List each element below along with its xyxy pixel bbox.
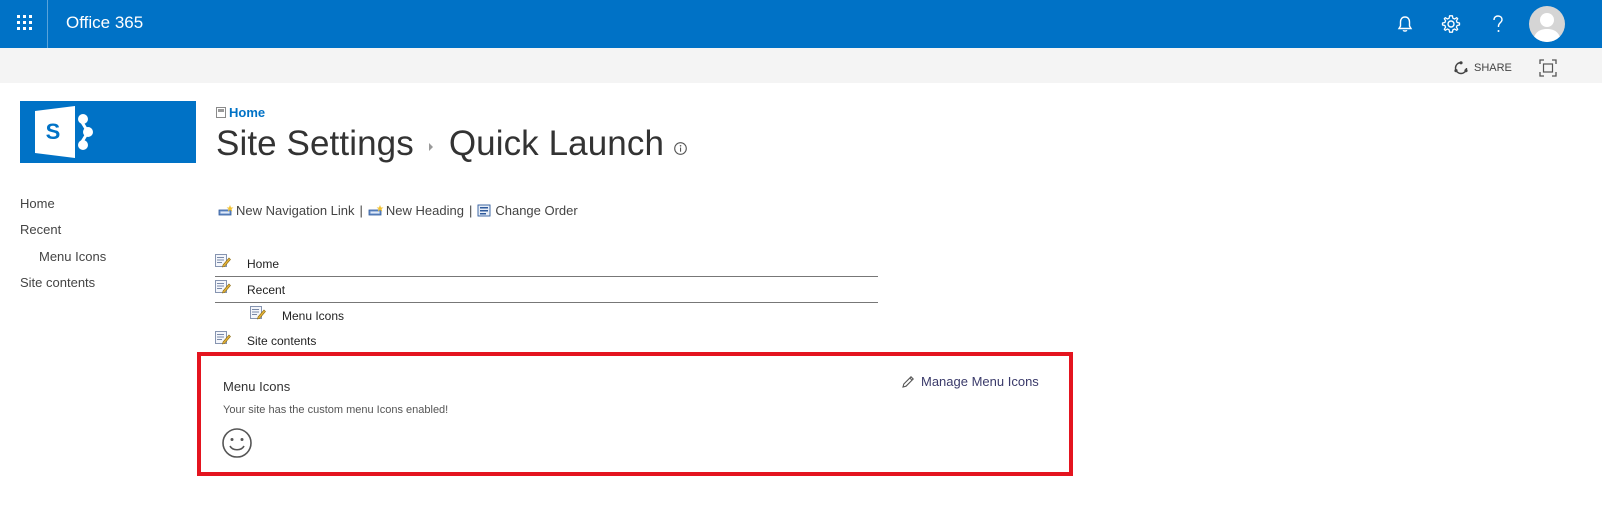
menu-icons-panel-title: Menu Icons — [223, 379, 291, 394]
toolbar-separator: | — [468, 203, 473, 218]
waffle-icon — [17, 15, 32, 30]
new-navigation-link-button[interactable]: New Navigation Link — [218, 203, 355, 218]
new-link-icon — [218, 204, 234, 215]
menu-icons-status-message: Your site has the custom menu Icons enab… — [223, 404, 449, 416]
tree-item-site-contents[interactable]: Site contents — [247, 334, 316, 348]
share-label: SHARE — [1474, 62, 1512, 74]
title-separator-arrow-icon — [428, 143, 433, 151]
change-order-label: Change Order — [495, 203, 578, 218]
edit-link-icon[interactable] — [250, 305, 266, 320]
new-heading-icon — [368, 204, 384, 215]
settings-button[interactable] — [1437, 10, 1465, 38]
ribbon-bar — [0, 48, 1602, 83]
tree-item-home[interactable]: Home — [247, 257, 279, 271]
help-button[interactable] — [1484, 10, 1512, 38]
user-avatar[interactable] — [1529, 6, 1565, 42]
sharepoint-site-logo[interactable]: S — [20, 101, 196, 163]
manage-menu-icons-link[interactable]: Manage Menu Icons — [901, 374, 1039, 389]
tree-item-menu-icons[interactable]: Menu Icons — [282, 309, 344, 323]
office-365-brand-link[interactable]: Office 365 — [66, 13, 143, 33]
change-order-button[interactable]: Change Order — [477, 203, 578, 218]
tree-row: Site contents — [215, 327, 878, 354]
leftnav-item-site-contents[interactable]: Site contents — [20, 275, 95, 290]
breadcrumb-home-link[interactable]: Home — [229, 105, 265, 120]
gear-icon — [1441, 15, 1461, 33]
pencil-icon — [902, 375, 914, 388]
tree-item-recent[interactable]: Recent — [247, 283, 285, 297]
page-title-quick-launch: Quick Launch — [448, 124, 665, 163]
share-icon — [1454, 61, 1468, 75]
person-icon — [1533, 13, 1561, 42]
share-button[interactable]: SHARE — [1454, 61, 1512, 75]
tree-row: Menu Icons — [215, 302, 878, 328]
manage-menu-icons-label: Manage Menu Icons — [921, 374, 1039, 389]
leftnav-item-home[interactable]: Home — [20, 196, 55, 211]
breadcrumb[interactable]: Home — [216, 105, 265, 120]
focus-on-content-icon[interactable] — [1539, 59, 1557, 77]
page-title-site-settings[interactable]: Site Settings — [216, 124, 414, 164]
svg-text:S: S — [46, 119, 61, 144]
page-title: Site Settings Quick Launch — [216, 124, 687, 164]
quick-launch-toolbar: New Navigation Link | New Heading | Chan… — [218, 203, 578, 218]
leftnav-item-recent[interactable]: Recent — [20, 222, 61, 237]
edit-link-icon[interactable] — [215, 253, 231, 268]
info-icon[interactable] — [674, 141, 687, 155]
bell-icon — [1397, 16, 1413, 32]
new-heading-button[interactable]: New Heading — [368, 203, 464, 218]
edit-link-icon[interactable] — [215, 330, 231, 345]
question-mark-icon — [1493, 15, 1503, 32]
home-page-icon — [216, 107, 226, 118]
tree-row: Recent — [215, 276, 878, 303]
notifications-button[interactable] — [1391, 10, 1419, 38]
app-launcher-button[interactable] — [0, 0, 48, 48]
new-heading-label: New Heading — [385, 203, 464, 218]
toolbar-separator: | — [359, 203, 363, 218]
new-navigation-link-label: New Navigation Link — [236, 203, 355, 218]
leftnav-item-menu-icons[interactable]: Menu Icons — [39, 249, 106, 264]
tree-row: Home — [215, 250, 878, 277]
sharepoint-logo-icon: S — [35, 106, 93, 158]
suite-bar: Office 365 — [0, 0, 1602, 48]
smiley-face-icon — [222, 428, 252, 458]
menu-icons-panel: Menu Icons Your site has the custom menu… — [197, 352, 1073, 476]
change-order-icon — [477, 204, 491, 216]
edit-link-icon[interactable] — [215, 279, 231, 294]
